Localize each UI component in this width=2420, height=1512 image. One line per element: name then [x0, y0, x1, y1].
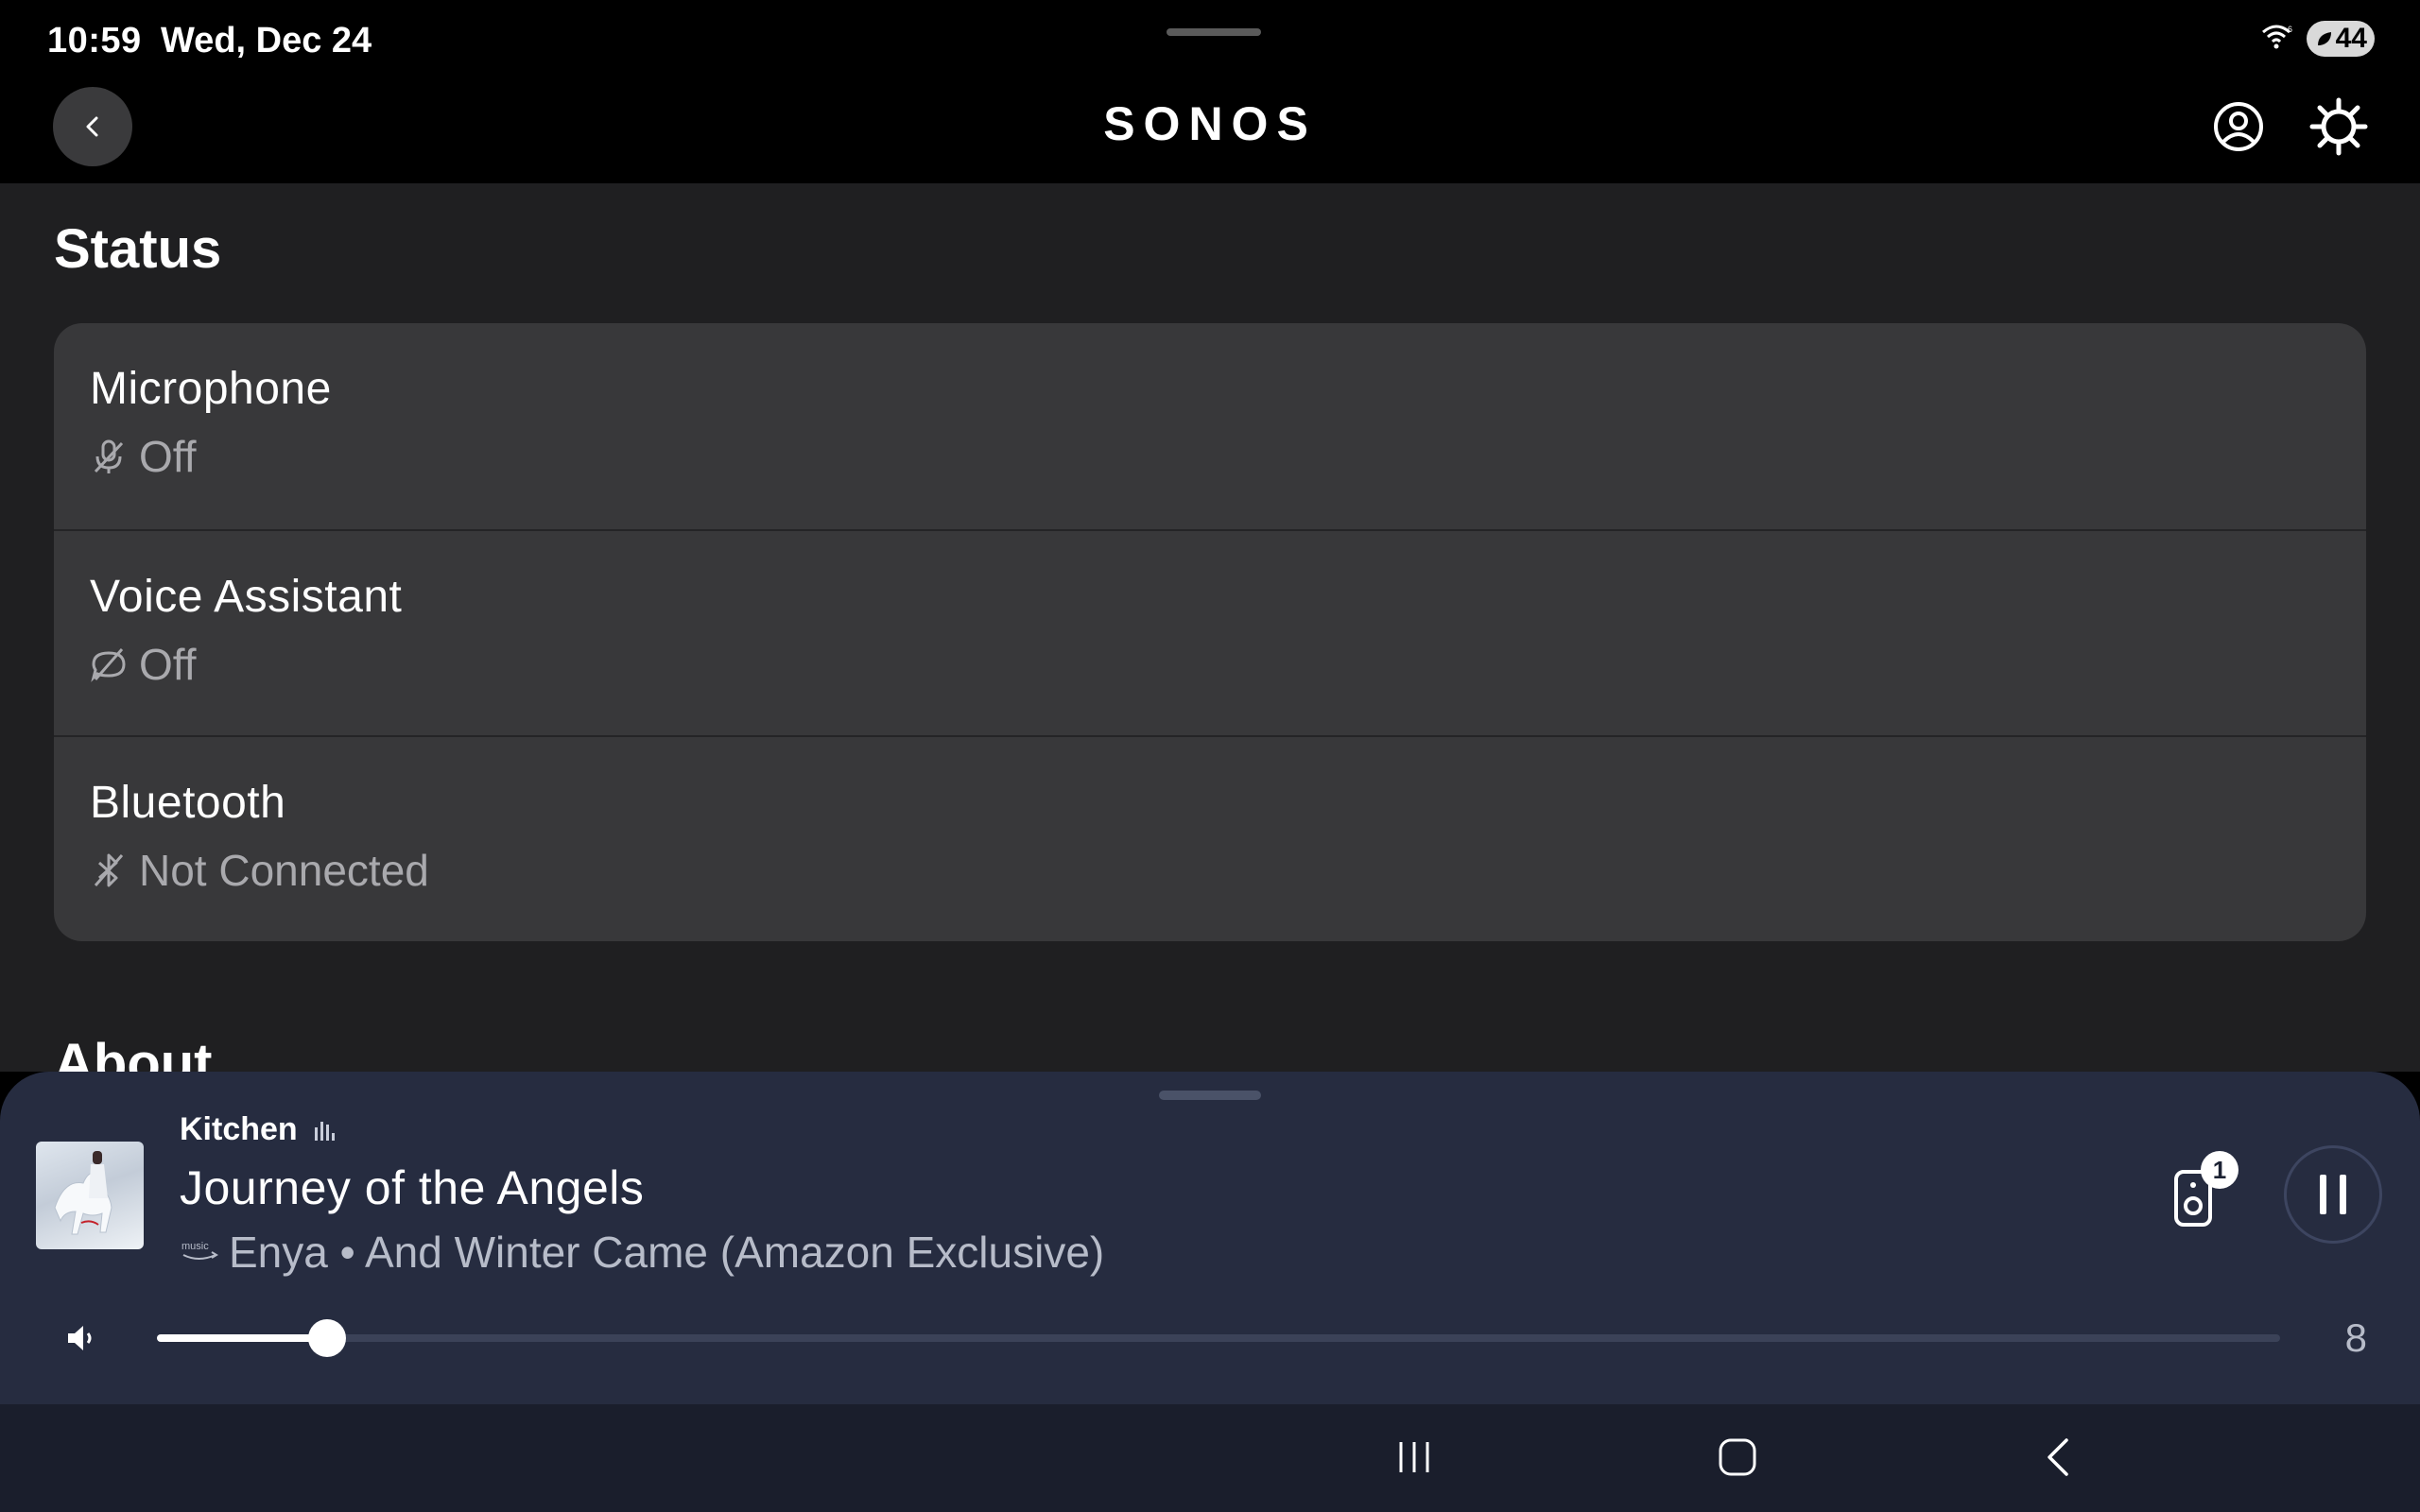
- room-name: Kitchen: [180, 1111, 339, 1148]
- pause-button[interactable]: [2284, 1145, 2382, 1244]
- volume-slider-fill: [157, 1334, 327, 1342]
- artist-album-text: Enya • And Winter Came (Amazon Exclusive…: [229, 1228, 1105, 1277]
- battery-level: 44: [2335, 23, 2367, 54]
- about-section-title: About: [54, 1033, 213, 1072]
- back-button[interactable]: [53, 87, 132, 166]
- clock: 10:59: [47, 21, 142, 60]
- room-label: Kitchen: [180, 1111, 298, 1147]
- track-title: Journey of the Angels: [180, 1161, 645, 1214]
- bluetooth-off-icon: [94, 853, 124, 887]
- app-header: SONOS: [0, 79, 2420, 183]
- status-row-bluetooth[interactable]: Bluetooth Not Connected: [54, 735, 2366, 941]
- volume-slider[interactable]: [157, 1319, 2280, 1357]
- status-row-label: Microphone: [90, 364, 332, 414]
- track-subtitle: music Enya • And Winter Came (Amazon Exc…: [180, 1227, 1104, 1278]
- amazon-music-icon: music: [182, 1241, 218, 1260]
- battery-saver-icon: [2318, 32, 2331, 45]
- volume-slider-thumb[interactable]: [307, 1319, 346, 1357]
- recents-icon[interactable]: [1393, 1438, 1435, 1476]
- pause-icon: [2320, 1175, 2346, 1214]
- bluetooth-status-text: Not Connected: [139, 846, 429, 895]
- voice-off-icon: [91, 648, 126, 682]
- sonos-logo: SONOS: [1103, 97, 1317, 150]
- battery-indicator: 44: [2307, 21, 2375, 57]
- album-art[interactable]: [36, 1142, 144, 1249]
- date: Wed, Dec 24: [161, 21, 372, 60]
- system-nav-bar: [0, 1404, 2420, 1512]
- status-row-label: Bluetooth: [90, 778, 286, 828]
- status-row-value: Off: [90, 431, 197, 482]
- back-icon[interactable]: [2042, 1436, 2076, 1478]
- status-card: Microphone Off Voice Assistant Off Bluet…: [54, 323, 2366, 941]
- status-row-voice-assistant[interactable]: Voice Assistant Off: [54, 529, 2366, 735]
- top-grabber: [1167, 28, 1261, 36]
- system-status-bar: 10:59 Wed, Dec 24 6 44: [0, 0, 2420, 79]
- status-section-title: Status: [54, 218, 222, 280]
- volume-value: 8: [2344, 1315, 2367, 1360]
- wifi-icon: 6: [2262, 25, 2292, 49]
- status-row-microphone[interactable]: Microphone Off: [54, 323, 2366, 529]
- home-icon[interactable]: [1717, 1436, 1758, 1478]
- now-playing-bar[interactable]: Kitchen Journey of the Angels music Enya…: [0, 1072, 2420, 1404]
- status-row-value: Not Connected: [90, 845, 429, 896]
- voice-assistant-status-text: Off: [139, 640, 197, 689]
- status-row-value: Off: [90, 639, 197, 690]
- svg-text:music: music: [182, 1241, 209, 1252]
- settings-content[interactable]: Status Microphone Off Voice Assistant Of…: [0, 183, 2420, 1072]
- back-icon: [86, 116, 98, 137]
- equalizer-icon: [314, 1121, 335, 1141]
- player-grabber[interactable]: [1159, 1091, 1261, 1100]
- microphone-status-text: Off: [139, 432, 197, 481]
- group-count-badge: 1: [2201, 1151, 2238, 1189]
- settings-gear-icon[interactable]: [2308, 96, 2369, 157]
- svg-text:6: 6: [2288, 25, 2292, 34]
- account-icon[interactable]: [2212, 100, 2265, 153]
- status-row-label: Voice Assistant: [90, 572, 403, 622]
- volume-icon[interactable]: [62, 1319, 100, 1357]
- microphone-off-icon: [94, 439, 124, 473]
